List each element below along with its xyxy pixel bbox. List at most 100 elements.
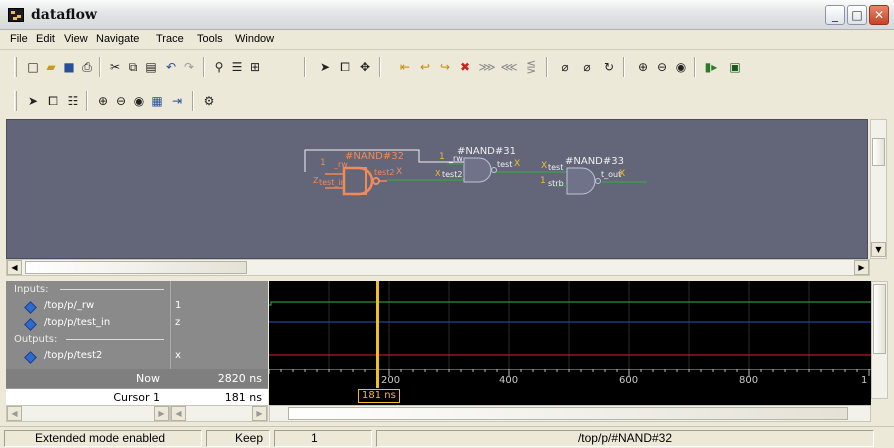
close-button[interactable]: ✕ — [869, 5, 889, 25]
ruler-tick-400: 400 — [499, 375, 519, 386]
values-scroll-left[interactable]: ◀ — [171, 406, 186, 421]
time-ruler: 200 400 600 800 1 — [269, 369, 871, 388]
wave-settings-icon[interactable]: ⚙ — [200, 92, 218, 110]
menu-navigate[interactable]: Navigate — [96, 33, 139, 45]
wave-zoom-full-icon[interactable]: ◉ — [130, 92, 148, 110]
cursor-row[interactable]: Cursor 1 — [6, 388, 170, 405]
signal-icon — [24, 301, 37, 314]
menu-view[interactable]: View — [64, 33, 88, 45]
gate31-name: #NAND#31 — [457, 146, 516, 157]
menu-tools[interactable]: Tools — [197, 33, 223, 45]
trace-input-icon[interactable]: ⇤ — [396, 58, 414, 76]
signal-icon — [24, 351, 37, 364]
minimize-button[interactable]: _ — [825, 5, 845, 25]
wave-window-icon[interactable]: ▣ — [726, 58, 744, 76]
schematic-canvas[interactable]: #NAND#32 1 _rw Z test_in test2 X #NAND#3… — [6, 119, 868, 259]
trace-back-icon[interactable]: ↩ — [416, 58, 434, 76]
signal-name-test-in[interactable]: /top/p/test_in — [44, 314, 110, 331]
redo-icon[interactable]: ↷ — [180, 58, 198, 76]
zoom-full-icon[interactable]: ◉ — [672, 58, 690, 76]
paste-icon[interactable]: ▤ — [142, 58, 160, 76]
wave-horizontal-scrollbar[interactable] — [269, 405, 871, 422]
print-icon[interactable]: ⎙ — [78, 58, 96, 76]
values-horizontal-scrollbar[interactable]: ◀ ▶ — [170, 405, 268, 422]
app-icon — [8, 8, 24, 22]
trace-forward-icon[interactable]: ↪ — [436, 58, 454, 76]
schematic-hscroll-thumb[interactable] — [25, 261, 247, 274]
gate33-in-top-value: X — [541, 161, 548, 171]
names-horizontal-scrollbar[interactable]: ◀ ▶ — [6, 405, 170, 422]
zoom-in-icon[interactable]: ⊕ — [634, 58, 652, 76]
undo-icon[interactable]: ↶ — [162, 58, 180, 76]
pan-icon[interactable]: ✥ — [356, 58, 374, 76]
maximize-button[interactable]: □ — [847, 5, 867, 25]
trace-x-icon[interactable]: ✖ — [456, 58, 474, 76]
gate32-in-bottom-value: Z — [313, 176, 319, 185]
gate33-in-top-label: test — [548, 163, 564, 172]
wave-zoom-cursor-icon[interactable]: ▦ — [148, 92, 166, 110]
wave-zoom-select-icon[interactable]: ⧠ — [44, 92, 62, 110]
new-file-icon[interactable]: □ — [24, 58, 42, 76]
gate33-in-bottom-value: 1 — [540, 176, 546, 186]
menu-file[interactable]: File — [10, 33, 28, 45]
toolbar-grip-2[interactable] — [14, 91, 17, 111]
names-scroll-right[interactable]: ▶ — [154, 406, 169, 421]
scroll-down-arrow[interactable]: ▼ — [871, 242, 886, 257]
values-scroll-right[interactable]: ▶ — [252, 406, 267, 421]
window-title: dataflow — [31, 7, 97, 23]
names-scroll-left[interactable]: ◀ — [7, 406, 22, 421]
schematic-vscroll-thumb[interactable] — [872, 138, 885, 166]
waveform-area[interactable] — [269, 281, 871, 369]
menu-window[interactable]: Window — [235, 33, 274, 45]
find-icon[interactable]: ⚲ — [210, 58, 228, 76]
signal-value-test-in: z — [175, 317, 181, 328]
gate33-out-value: X — [619, 169, 626, 179]
zoom-select-icon[interactable]: ⧠ — [336, 58, 354, 76]
chase-x-icon[interactable]: ⋙ — [478, 58, 496, 76]
gate31-out-value: X — [514, 159, 521, 169]
open-folder-icon[interactable]: ▰ — [42, 58, 60, 76]
main-toolbar: □ ▰ ■ ⎙ ✂ ⧉ ▤ ↶ ↷ ⚲ ☰ ⊞ ➤ ⧠ ✥ ⇤ ↩ ↪ ✖ ⋙ … — [0, 52, 894, 83]
regenerate-icon[interactable]: ↻ — [600, 58, 618, 76]
save-icon[interactable]: ■ — [60, 58, 78, 76]
erase-icon[interactable]: ⌀ — [556, 58, 574, 76]
scroll-left-arrow[interactable]: ◀ — [7, 260, 22, 275]
wave-vscroll-thumb[interactable] — [873, 284, 886, 354]
menu-trace[interactable]: Trace — [156, 33, 184, 45]
signal-name-test2[interactable]: /top/p/test2 — [44, 347, 102, 364]
menu-edit[interactable]: Edit — [36, 33, 55, 45]
status-path: /top/p/#NAND#32 — [376, 430, 874, 447]
gate33-name: #NAND#33 — [565, 156, 624, 167]
waveform-drawing — [269, 281, 871, 369]
select-pointer-icon[interactable]: ➤ — [316, 58, 334, 76]
cursor-bar[interactable]: 181 ns — [269, 388, 871, 405]
show-wave-icon[interactable]: ▮▸ — [702, 58, 720, 76]
erase-all-icon[interactable]: ⌀ — [578, 58, 596, 76]
wave-vertical-scrollbar[interactable] — [871, 281, 888, 399]
tree-icon[interactable]: ⊞ — [246, 58, 264, 76]
status-count: 1 — [274, 430, 372, 447]
list-icon[interactable]: ☰ — [228, 58, 246, 76]
cursor-line — [376, 281, 379, 369]
zoom-out-icon[interactable]: ⊖ — [653, 58, 671, 76]
wave-hscroll-thumb[interactable] — [288, 407, 848, 420]
trace-x-back-icon[interactable]: ⋘ — [500, 58, 518, 76]
schematic-vertical-scrollbar[interactable]: ▼ — [870, 119, 887, 259]
wave-columns-icon[interactable]: ☷ — [64, 92, 82, 110]
menu-bar: File Edit View Navigate Trace Tools Wind… — [0, 30, 894, 50]
scroll-right-arrow[interactable]: ▶ — [854, 260, 869, 275]
gate31-out-label: test — [497, 160, 513, 169]
wave-next-edge-icon[interactable]: ⇥ — [168, 92, 186, 110]
wave-zoom-in-icon[interactable]: ⊕ — [94, 92, 112, 110]
title-bar[interactable]: dataflow _ □ ✕ — [0, 0, 894, 30]
wave-select-icon[interactable]: ➤ — [24, 92, 42, 110]
schematic-horizontal-scrollbar[interactable]: ◀ ▶ — [6, 259, 870, 276]
chase-x-forward-icon[interactable]: ⋚ — [522, 58, 540, 76]
cursor-flag[interactable]: 181 ns — [358, 389, 400, 403]
gate31-in-top-value: 1 — [439, 152, 445, 162]
toolbar-grip[interactable] — [14, 57, 17, 77]
cut-icon[interactable]: ✂ — [106, 58, 124, 76]
signal-name-rw[interactable]: /top/p/_rw — [44, 297, 94, 314]
copy-icon[interactable]: ⧉ — [124, 58, 142, 76]
wave-zoom-out-icon[interactable]: ⊖ — [112, 92, 130, 110]
